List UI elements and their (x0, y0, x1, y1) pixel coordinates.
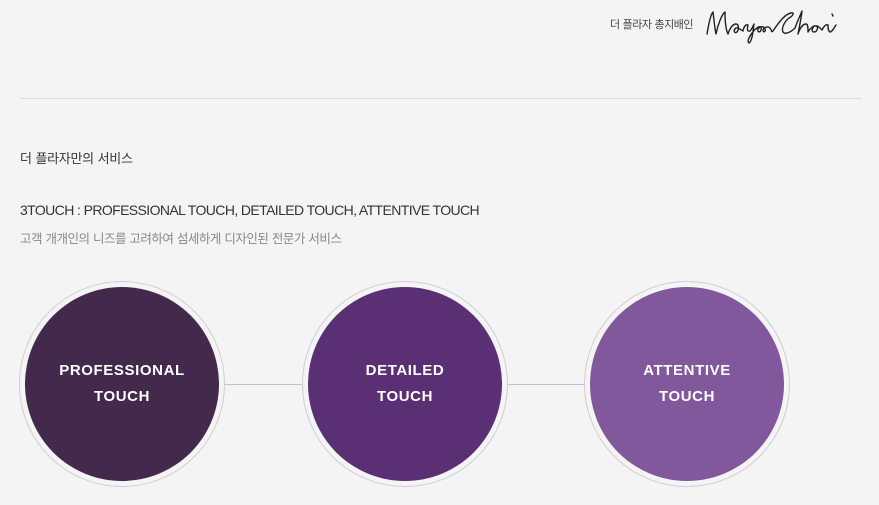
circle-label-line2: TOUCH (658, 388, 716, 405)
circle-label-line1: DETAILED (365, 362, 445, 379)
circle-attentive-touch[interactable]: ATTENTIVE TOUCH (590, 287, 784, 481)
circle-detailed-touch[interactable]: DETAILED TOUCH (308, 287, 502, 481)
service-headline: 3TOUCH : PROFESSIONAL TOUCH, DETAILED TO… (20, 202, 480, 218)
signature-caption: 더 플라자 총지배인 (610, 18, 693, 31)
circle-professional-touch[interactable]: PROFESSIONAL TOUCH (25, 287, 219, 481)
signature-image (701, 4, 861, 44)
circle-detailed-touch-ring: DETAILED TOUCH (302, 281, 508, 487)
circle-professional-touch-ring: PROFESSIONAL TOUCH (19, 281, 225, 487)
circle-label-line2: TOUCH (376, 388, 434, 405)
circle-attentive-touch-ring: ATTENTIVE TOUCH (584, 281, 790, 487)
circle-label-line1: ATTENTIVE (643, 362, 731, 379)
header-signature-block: 더 플라자 총지배인 (610, 0, 861, 48)
service-description: 고객 개개인의 니즈를 고려하여 섬세하게 디자인된 전문가 서비스 (20, 231, 342, 246)
header-divider (20, 98, 862, 99)
circle-label-line2: TOUCH (93, 388, 151, 405)
section-title: 더 플라자만의 서비스 (20, 152, 133, 167)
circle-label-line1: PROFESSIONAL (59, 362, 185, 379)
connector-line-2 (508, 384, 586, 385)
connector-line-1 (225, 384, 303, 385)
